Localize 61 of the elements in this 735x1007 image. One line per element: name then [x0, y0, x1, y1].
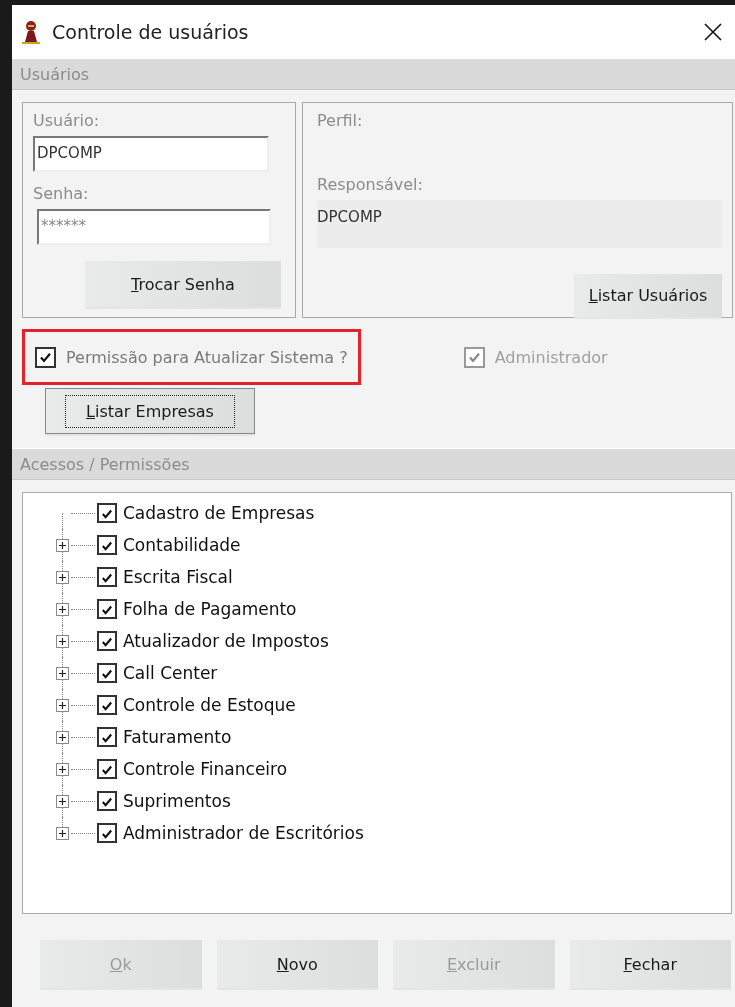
tree-item-label[interactable]: Call Center — [123, 663, 218, 683]
checkmark-icon — [100, 827, 114, 841]
checkbox[interactable] — [97, 631, 117, 651]
change-password-button[interactable]: Trocar Senha — [85, 261, 281, 307]
tree-item-label[interactable]: Faturamento — [123, 727, 232, 747]
checkbox[interactable] — [97, 535, 117, 555]
checkbox[interactable] — [97, 567, 117, 587]
expand-icon[interactable] — [56, 762, 69, 776]
field-label: Senha: — [33, 184, 90, 203]
expand-icon[interactable] — [56, 666, 69, 680]
tree-item-label[interactable]: Controle Financeiro — [123, 759, 288, 779]
expand-icon[interactable] — [56, 698, 69, 712]
list-companies-button[interactable]: Listar Empresas — [45, 388, 255, 434]
tree-item-label[interactable]: Suprimentos — [123, 791, 231, 811]
checkmark-icon — [100, 699, 114, 713]
window-title: Controle de usuários — [52, 20, 250, 43]
checkmark-icon — [100, 635, 114, 649]
field-label: Perfil: — [317, 111, 364, 130]
checkbox[interactable] — [97, 695, 117, 715]
new-button[interactable]: Novo — [216, 940, 378, 988]
tree-item-label[interactable]: Controle de Estoque — [123, 695, 296, 715]
expand-icon[interactable] — [56, 826, 69, 840]
read-only-field: DPCOMP — [317, 200, 722, 248]
checkmark-icon — [100, 539, 114, 553]
checkmark-icon — [100, 571, 114, 585]
expand-icon[interactable] — [56, 538, 69, 552]
expand-icon[interactable] — [56, 634, 69, 648]
app-logo-icon — [20, 19, 42, 44]
section-title: Usuários — [20, 64, 90, 84]
checkbox[interactable] — [97, 791, 117, 811]
checkmark-icon — [100, 667, 114, 681]
expand-icon[interactable] — [56, 570, 69, 584]
section-title: Acessos / Permissões — [20, 454, 190, 474]
checkmark-icon — [100, 603, 114, 617]
checkbox-label[interactable]: Permissão para Atualizar Sistema ? — [66, 347, 348, 367]
expand-icon[interactable] — [56, 602, 69, 616]
checkbox[interactable] — [97, 503, 117, 523]
checkbox[interactable] — [97, 663, 117, 683]
close-button[interactable]: Fechar — [569, 940, 731, 988]
checkbox[interactable] — [97, 727, 117, 747]
tree-item-label[interactable]: Atualizador de Impostos — [123, 631, 329, 651]
tree-item-label[interactable]: Cadastro de Empresas — [123, 503, 315, 523]
checkbox[interactable] — [97, 599, 117, 619]
tree-item-label[interactable]: Escrita Fiscal — [123, 567, 233, 587]
tree-item-label[interactable]: Administrador de Escritórios — [123, 823, 364, 843]
checkmark-icon — [100, 507, 114, 521]
checkbox[interactable] — [35, 346, 56, 368]
input-field[interactable]: DPCOMP — [33, 136, 269, 172]
field-label: Responsável: — [317, 175, 424, 195]
checkmark-icon — [100, 763, 114, 777]
list-users-button[interactable]: Listar Usuários — [574, 273, 722, 317]
tree-item-label[interactable]: Folha de Pagamento — [123, 599, 297, 619]
tree-item-label[interactable]: Contabilidade — [123, 535, 241, 555]
checkbox[interactable] — [97, 823, 117, 843]
field-label: Usuário: — [33, 111, 101, 130]
expand-icon[interactable] — [56, 794, 69, 808]
checkmark-icon — [100, 731, 114, 745]
expand-icon[interactable] — [56, 730, 69, 744]
checkmark-icon — [100, 795, 114, 809]
checkbox[interactable] — [97, 759, 117, 779]
password-field[interactable]: ****** — [37, 209, 271, 245]
